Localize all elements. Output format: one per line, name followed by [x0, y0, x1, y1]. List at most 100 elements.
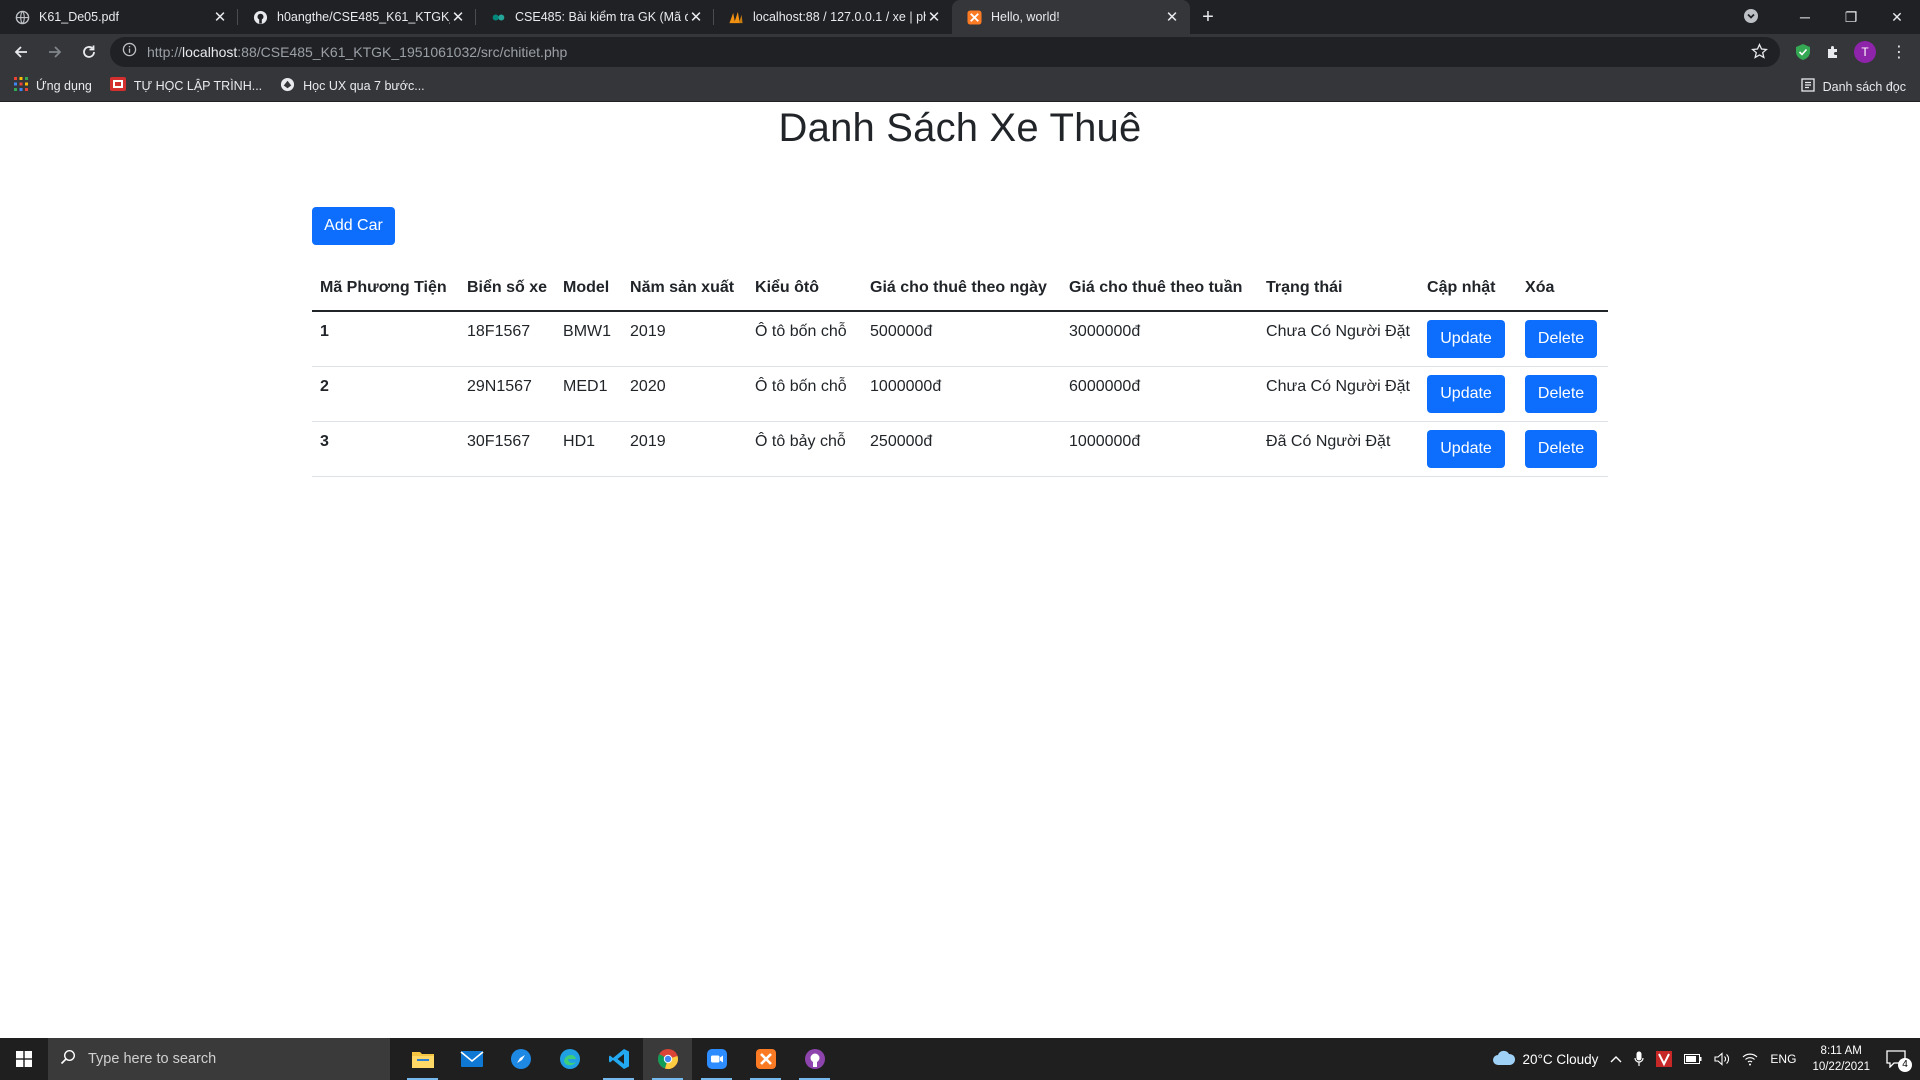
wifi-icon[interactable]	[1742, 1052, 1758, 1066]
bookmark-site-icon	[109, 77, 126, 94]
delete-button[interactable]: Delete	[1525, 429, 1598, 468]
weather-widget[interactable]: 20°C Cloudy	[1492, 1050, 1598, 1069]
cloud-icon	[1492, 1050, 1516, 1069]
close-icon[interactable]: ✕	[450, 8, 466, 26]
restore-icon[interactable]: ❐	[1828, 9, 1874, 26]
reload-icon[interactable]	[74, 37, 104, 67]
address-bar[interactable]: http://localhost:88/CSE485_K61_KTGK_1951…	[110, 37, 1780, 67]
mail-icon[interactable]	[447, 1038, 496, 1080]
tab-search-icon[interactable]	[1736, 8, 1766, 27]
tab-title: CSE485: Bài kiểm tra GK (Mã đề 5)	[515, 10, 688, 24]
bookmark-tu-hoc[interactable]: TỰ HỌC LẬP TRÌNH...	[109, 77, 262, 94]
minimize-icon[interactable]: ─	[1782, 9, 1828, 25]
cell-year: 2019	[622, 421, 748, 477]
close-icon[interactable]: ✕	[212, 8, 228, 26]
browser-toolbar: http://localhost:88/CSE485_K61_KTGK_1951…	[0, 34, 1920, 70]
add-car-button[interactable]: Add Car	[312, 207, 395, 245]
notification-icon[interactable]: 4	[1886, 1050, 1912, 1072]
cell-delete: Delete	[1517, 421, 1608, 477]
github-desktop-icon[interactable]	[790, 1038, 839, 1080]
xampp-icon[interactable]	[741, 1038, 790, 1080]
cell-year: 2020	[622, 366, 748, 422]
update-button[interactable]: Update	[1427, 320, 1506, 358]
cell-type: Ô tô bốn chỗ	[747, 311, 863, 367]
tab-meet[interactable]: CSE485: Bài kiểm tra GK (Mã đề 5) ✕	[476, 0, 714, 34]
language-indicator[interactable]: ENG	[1770, 1052, 1796, 1066]
cell-weekly-price: 6000000đ	[1061, 366, 1259, 422]
chevron-up-icon[interactable]	[1610, 1055, 1622, 1063]
meet-icon	[490, 9, 506, 25]
safari-like-icon[interactable]	[496, 1038, 545, 1080]
windows-start-icon[interactable]	[0, 1038, 48, 1080]
reading-list-icon	[1800, 78, 1815, 95]
column-header: Kiểu ôtô	[747, 265, 863, 312]
column-header: Mã Phương Tiện	[312, 265, 459, 312]
globe-icon	[14, 9, 30, 25]
battery-icon[interactable]	[1684, 1053, 1702, 1065]
tab-phpmyadmin[interactable]: localhost:88 / 127.0.0.1 / xe | phpMyAdm…	[714, 0, 952, 34]
microphone-icon[interactable]	[1634, 1051, 1645, 1067]
table-header-row: Mã Phương Tiện Biển số xe Model Năm sản …	[312, 265, 1608, 312]
cell-id: 2	[312, 366, 459, 422]
clock-time: 8:11 AM	[1820, 1045, 1862, 1057]
bookmark-hoc-ux[interactable]: Học UX qua 7 bước...	[280, 77, 425, 95]
extensions-puzzle-icon[interactable]	[1822, 41, 1844, 63]
cell-plate: 18F1567	[459, 311, 556, 367]
clock[interactable]: 8:11 AM 10/22/2021	[1812, 1043, 1870, 1075]
tab-title: Hello, world!	[991, 10, 1060, 24]
window-controls: ─ ❐ ✕	[1736, 0, 1920, 34]
cell-model: MED1	[555, 366, 623, 422]
cell-delete: Delete	[1517, 311, 1608, 367]
avatar[interactable]: T	[1854, 41, 1876, 63]
tab-hello-world[interactable]: Hello, world! ✕	[952, 0, 1190, 34]
tab-pdf[interactable]: K61_De05.pdf ✕	[0, 0, 238, 34]
cell-type: Ô tô bảy chỗ	[747, 421, 863, 477]
cell-type: Ô tô bốn chỗ	[747, 366, 863, 422]
info-icon[interactable]	[122, 42, 137, 62]
page-title: Danh Sách Xe Thuê	[778, 106, 1142, 150]
vscode-icon[interactable]	[594, 1038, 643, 1080]
tab-strip: K61_De05.pdf ✕ h0angthe/CSE485_K61_KTGK_…	[0, 0, 1920, 34]
search-icon	[60, 1049, 76, 1069]
clock-date: 10/22/2021	[1812, 1061, 1870, 1073]
table-row: 3 30F1567 HD1 2019 Ô tô bảy chỗ 250000đ …	[312, 421, 1608, 477]
back-icon[interactable]	[6, 37, 36, 67]
bookmark-apps[interactable]: Ứng dụng	[14, 77, 92, 94]
zoom-icon[interactable]	[692, 1038, 741, 1080]
update-button[interactable]: Update	[1427, 374, 1506, 413]
vietnamese-keyboard-icon[interactable]	[1656, 1051, 1673, 1067]
table-row: 2 29N1567 MED1 2020 Ô tô bốn chỗ 1000000…	[312, 366, 1608, 422]
volume-icon[interactable]	[1714, 1052, 1730, 1066]
chrome-icon[interactable]	[643, 1038, 692, 1080]
tab-github[interactable]: h0angthe/CSE485_K61_KTGK_1951061032 ✕	[238, 0, 476, 34]
edge-icon[interactable]	[545, 1038, 594, 1080]
cell-id: 1	[312, 311, 459, 367]
more-menu-icon[interactable]: ⋮	[1888, 41, 1910, 63]
cell-plate: 29N1567	[459, 366, 556, 422]
xampp-icon	[966, 9, 982, 25]
cars-table: Mã Phương Tiện Biển số xe Model Năm sản …	[312, 265, 1608, 477]
bookmark-star-icon[interactable]	[1751, 43, 1768, 65]
delete-button[interactable]: Delete	[1525, 320, 1598, 358]
close-icon[interactable]: ✕	[1164, 8, 1180, 26]
new-tab-button[interactable]: +	[1190, 0, 1226, 34]
page-content: Danh Sách Xe Thuê Add Car Mã Phương Tiện…	[0, 102, 1920, 1038]
forward-icon[interactable]	[40, 37, 70, 67]
close-icon[interactable]: ✕	[688, 8, 704, 26]
shield-extension-icon[interactable]	[1792, 41, 1814, 63]
reading-list[interactable]: Danh sách đọc	[1800, 78, 1906, 95]
cell-status: Đã Có Người Đặt	[1258, 421, 1420, 477]
file-explorer-icon[interactable]	[398, 1038, 447, 1080]
cell-weekly-price: 1000000đ	[1061, 421, 1259, 477]
column-header: Cập nhật	[1419, 265, 1518, 312]
tab-title: K61_De05.pdf	[39, 10, 119, 24]
tab-title: localhost:88 / 127.0.0.1 / xe | phpMyAdm…	[753, 10, 926, 24]
cell-delete: Delete	[1517, 366, 1608, 422]
column-header: Trạng thái	[1258, 265, 1420, 312]
cell-weekly-price: 3000000đ	[1061, 311, 1259, 367]
close-icon[interactable]: ✕	[926, 8, 942, 26]
delete-button[interactable]: Delete	[1525, 374, 1598, 413]
update-button[interactable]: Update	[1427, 429, 1506, 468]
close-window-icon[interactable]: ✕	[1874, 9, 1920, 26]
taskbar-search-input[interactable]: Type here to search	[48, 1038, 390, 1080]
